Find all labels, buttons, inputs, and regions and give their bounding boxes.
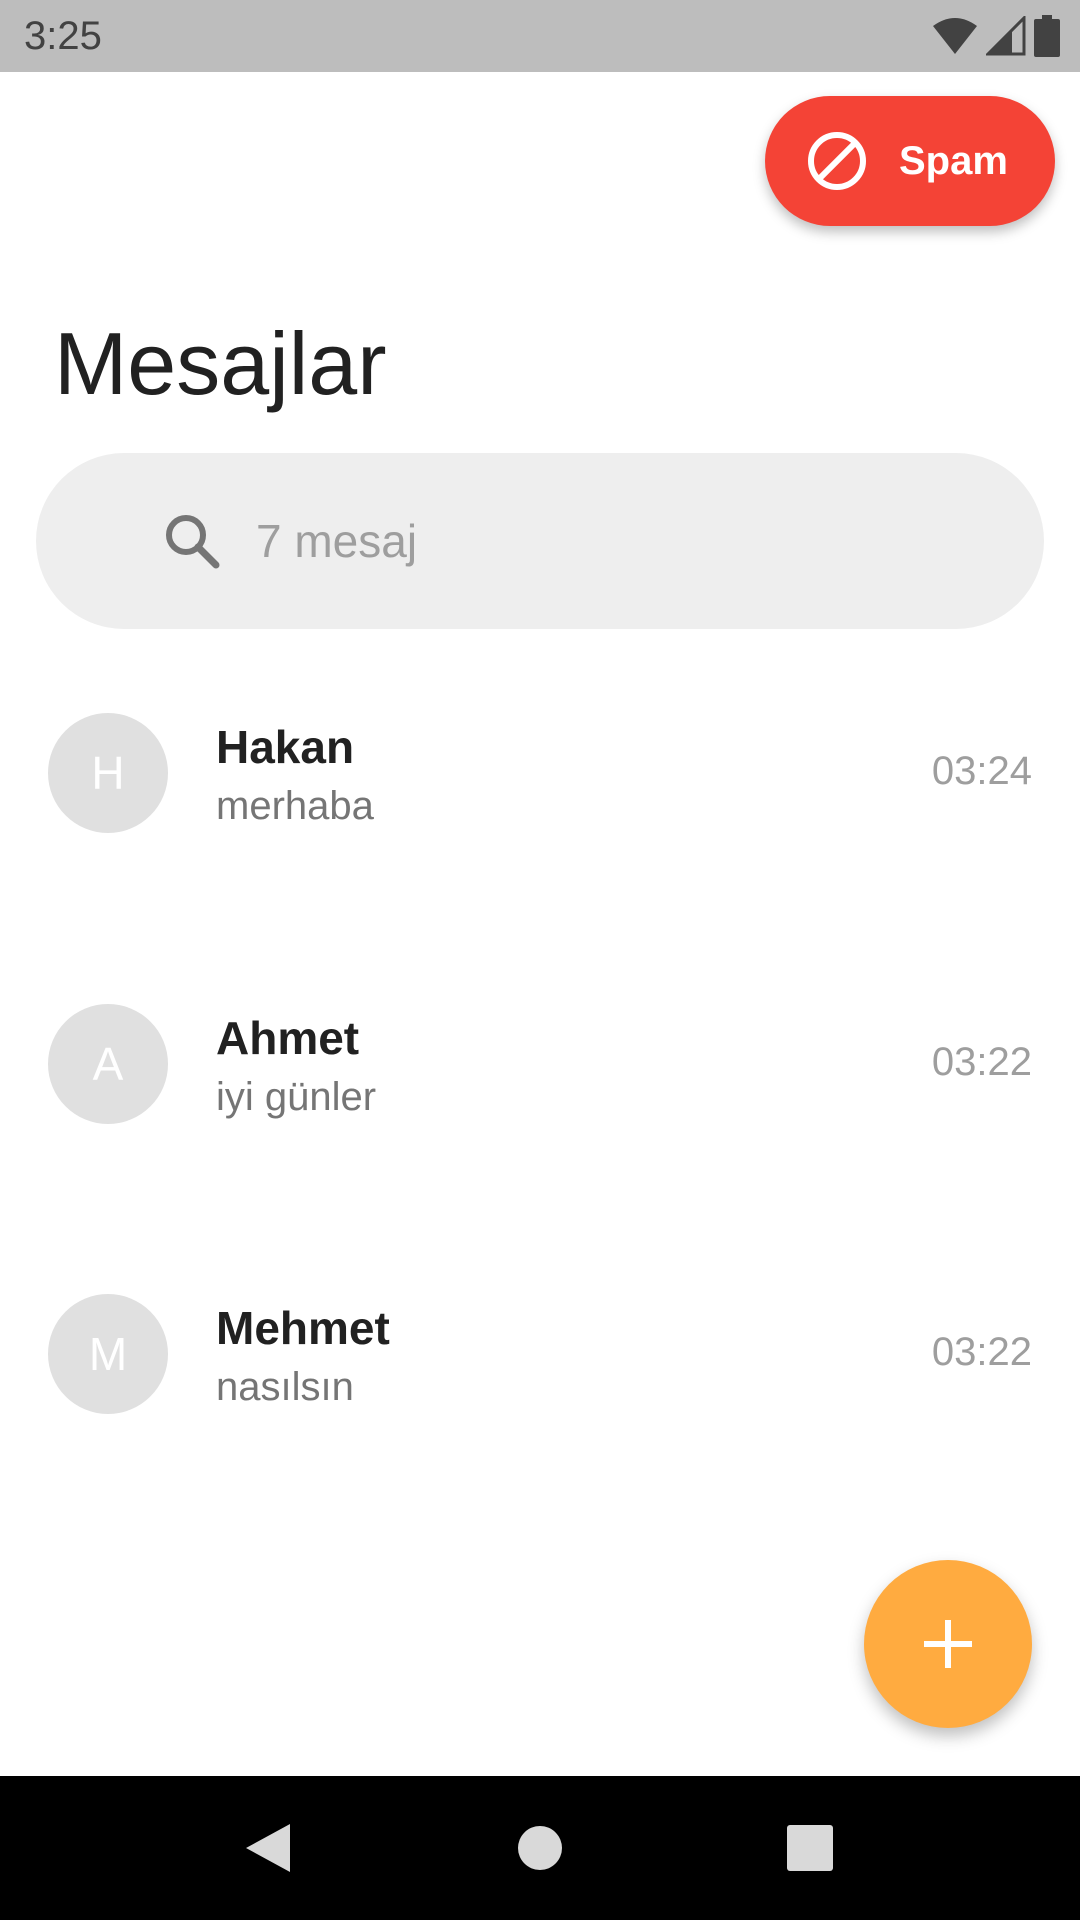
search-input[interactable] bbox=[256, 514, 956, 568]
status-bar: 3:25 bbox=[0, 0, 1080, 72]
search-icon bbox=[166, 515, 220, 569]
battery-icon bbox=[1034, 15, 1060, 57]
message-preview: merhaba bbox=[216, 784, 374, 828]
message-time: 03:24 bbox=[931, 749, 1032, 793]
home-button[interactable] bbox=[504, 1812, 576, 1884]
message-time: 03:22 bbox=[931, 1330, 1032, 1374]
list-item[interactable]: A Ahmet iyi günler 03:22 bbox=[0, 964, 1080, 1164]
spam-button-label: Spam bbox=[899, 138, 1008, 183]
back-button[interactable] bbox=[232, 1812, 304, 1884]
recents-icon bbox=[787, 1825, 833, 1871]
contact-name: Ahmet bbox=[216, 1012, 360, 1064]
status-icons bbox=[932, 14, 1060, 58]
signal-icon bbox=[986, 16, 1026, 56]
home-icon bbox=[518, 1826, 562, 1870]
messages-screen: 3:25 Spam Mesajlar 7 mesaj H Hakan merha… bbox=[0, 0, 1080, 1920]
message-preview: nasılsın bbox=[216, 1365, 354, 1409]
search-bar[interactable] bbox=[36, 453, 1044, 629]
avatar: H bbox=[48, 713, 168, 833]
avatar: A bbox=[48, 1004, 168, 1124]
new-message-button[interactable] bbox=[864, 1560, 1032, 1728]
contact-name: Mehmet bbox=[216, 1302, 390, 1354]
spam-button[interactable]: Spam bbox=[765, 96, 1055, 226]
message-time: 03:22 bbox=[931, 1040, 1032, 1084]
block-icon bbox=[808, 132, 866, 190]
avatar: M bbox=[48, 1294, 168, 1414]
plus-icon bbox=[924, 1620, 972, 1668]
recents-button[interactable] bbox=[774, 1812, 846, 1884]
message-preview: iyi günler bbox=[216, 1075, 377, 1119]
back-icon bbox=[246, 1824, 290, 1872]
status-time: 3:25 bbox=[24, 14, 102, 58]
navigation-bar bbox=[0, 1776, 1080, 1920]
page-title: Mesajlar bbox=[54, 314, 387, 413]
wifi-icon bbox=[933, 18, 977, 54]
contact-name: Hakan bbox=[216, 721, 355, 773]
list-item[interactable]: H Hakan merhaba 03:24 bbox=[0, 673, 1080, 873]
list-item[interactable]: M Mehmet nasılsın 03:22 bbox=[0, 1254, 1080, 1454]
